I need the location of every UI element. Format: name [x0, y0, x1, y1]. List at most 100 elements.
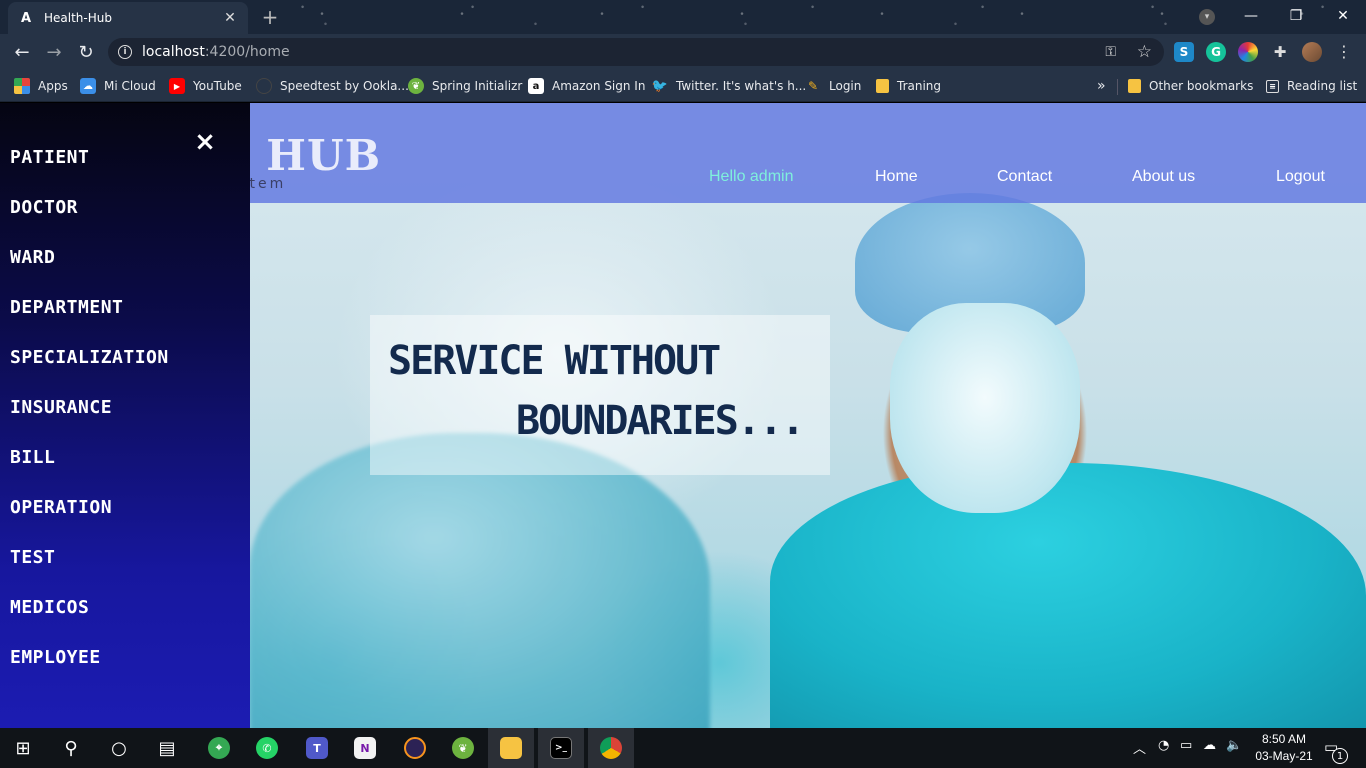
spring-tools-icon: ❦ — [452, 737, 474, 759]
skype-extension-icon[interactable]: S — [1174, 42, 1194, 62]
angular-icon: A — [20, 10, 32, 26]
taskbar-maps-app[interactable]: ⌖ — [196, 728, 242, 768]
reload-icon[interactable]: ↻ — [74, 40, 98, 64]
hero-tagline-line1: SERVICE WITHOUT — [388, 338, 721, 384]
spring-icon: ❦ — [408, 78, 424, 94]
login-icon: ✎ — [807, 79, 819, 93]
bookmark-speedtest[interactable]: Speedtest by Ookla... — [256, 76, 409, 96]
surgeon-scrubs-figure — [770, 463, 1366, 728]
maps-app-icon: ⌖ — [208, 737, 230, 759]
clock-date: 03-May-21 — [1255, 749, 1313, 763]
bookmark-mi-cloud[interactable]: ☁ Mi Cloud — [80, 76, 156, 96]
sidenav-item-test[interactable]: TEST — [10, 546, 55, 570]
taskbar-eclipse[interactable] — [392, 728, 438, 768]
speedtest-icon — [256, 78, 272, 94]
youtube-icon: ▶ — [169, 78, 185, 94]
wifi-icon[interactable]: ◔ — [1158, 738, 1169, 753]
bookmark-youtube[interactable]: ▶ YouTube — [169, 76, 242, 96]
restore-icon[interactable]: ❐ — [1285, 5, 1307, 27]
browser-toolbar: ← → ↻ i localhost:4200/home ⚿ ☆ S G ✚ ⋮ — [0, 34, 1366, 70]
window-close-icon[interactable]: ✕ — [1332, 5, 1354, 27]
notification-badge: 1 — [1332, 748, 1348, 764]
bookmark-apps[interactable]: Apps — [14, 76, 68, 96]
sidenav-item-department[interactable]: DEPARTMENT — [10, 296, 123, 320]
file-explorer-icon — [500, 737, 522, 759]
url-text: localhost:4200/home — [142, 44, 290, 60]
taskbar-whatsapp[interactable]: ✆ — [244, 728, 290, 768]
info-icon[interactable]: i — [118, 45, 132, 59]
taskbar-chrome[interactable] — [588, 728, 634, 768]
start-windows-icon[interactable]: ⊞ — [0, 728, 46, 768]
sidenav-item-medicos[interactable]: MEDICOS — [10, 596, 89, 620]
page-viewport: H HUB ment System Hello admin Home Conta… — [0, 103, 1366, 728]
key-icon[interactable]: ⚿ — [1105, 44, 1116, 60]
teams-icon: T — [306, 737, 328, 759]
nav-contact-link[interactable]: Contact — [997, 168, 1052, 186]
task-view-icon[interactable]: ▤ — [144, 728, 190, 768]
taskbar-file-explorer[interactable] — [488, 728, 534, 768]
sidenav-item-insurance[interactable]: INSURANCE — [10, 396, 112, 420]
bookmark-twitter[interactable]: 🐦 Twitter. It's what's h... — [652, 76, 806, 96]
forward-icon[interactable]: → — [42, 40, 66, 64]
bookmark-traning[interactable]: Traning — [876, 76, 941, 96]
side-navigation: × PATIENT DOCTOR WARD DEPARTMENT SPECIAL… — [0, 103, 250, 728]
surgeon-mask-figure — [890, 303, 1080, 513]
taskbar-spring-tools[interactable]: ❦ — [440, 728, 486, 768]
eclipse-icon — [404, 737, 426, 759]
sidenav-item-ward[interactable]: WARD — [10, 246, 55, 270]
tab-search-icon[interactable]: ▾ — [1199, 9, 1215, 25]
greeting-text: Hello admin — [709, 168, 794, 185]
bookmark-star-icon[interactable]: ☆ — [1137, 42, 1152, 62]
onenote-icon: N — [354, 737, 376, 759]
bookmark-separator — [1117, 79, 1118, 95]
folder-icon — [1128, 79, 1141, 93]
mi-cloud-icon: ☁ — [80, 78, 96, 94]
bookmark-spring-initializr[interactable]: ❦ Spring Initializr — [408, 76, 522, 96]
hero-tagline-box: SERVICE WITHOUT BOUNDARIES... — [370, 315, 830, 475]
bookmark-other-bookmarks[interactable]: Other bookmarks — [1128, 76, 1253, 96]
onedrive-icon[interactable]: ☁ — [1203, 738, 1216, 753]
taskbar-terminal[interactable]: >_ — [538, 728, 584, 768]
bookmarks-bar: Apps ☁ Mi Cloud ▶ YouTube Speedtest by O… — [0, 70, 1366, 102]
search-icon[interactable]: ⚲ — [48, 728, 94, 768]
profile-avatar[interactable] — [1302, 42, 1322, 62]
taskbar-clock[interactable]: 8:50 AM 03-May-21 — [1246, 731, 1322, 765]
tab-title: Health-Hub — [44, 11, 112, 25]
reading-list-button[interactable]: ≡ Reading list — [1266, 76, 1357, 96]
battery-icon[interactable]: ▭ — [1180, 738, 1192, 753]
grammarly-extension-icon[interactable]: G — [1206, 42, 1226, 62]
new-tab-icon[interactable]: + — [258, 6, 282, 28]
extensions-puzzle-icon[interactable]: ✚ — [1270, 42, 1290, 62]
address-bar[interactable]: i localhost:4200/home ⚿ ☆ — [108, 38, 1164, 66]
tray-overflow-icon[interactable]: ︿ — [1133, 738, 1146, 757]
bookmark-amazon[interactable]: a Amazon Sign In — [528, 76, 645, 96]
volume-icon[interactable]: 🔈 — [1226, 738, 1242, 753]
color-picker-extension-icon[interactable] — [1238, 42, 1258, 62]
amazon-icon: a — [528, 78, 544, 94]
twitter-icon: 🐦 — [651, 78, 669, 94]
clock-time: 8:50 AM — [1261, 732, 1307, 746]
nav-about-link[interactable]: About us — [1132, 168, 1195, 186]
tab-close-icon[interactable]: ✕ — [222, 10, 238, 26]
sidenav-item-patient[interactable]: PATIENT — [10, 146, 89, 170]
hero-tagline-line2: BOUNDARIES... — [516, 398, 805, 444]
sidenav-item-doctor[interactable]: DOCTOR — [10, 196, 78, 220]
bookmarks-overflow-icon[interactable]: » — [1097, 76, 1106, 96]
taskbar-onenote[interactable]: N — [342, 728, 388, 768]
bookmark-login[interactable]: ✎ Login — [805, 76, 861, 96]
sidenav-item-specialization[interactable]: SPECIALIZATION — [10, 346, 169, 370]
back-icon[interactable]: ← — [10, 40, 34, 64]
background-surgeon-figure — [250, 433, 710, 728]
browser-tab[interactable]: A Health-Hub ✕ — [8, 2, 248, 34]
menu-kebab-icon[interactable]: ⋮ — [1336, 42, 1352, 61]
sidenav-item-employee[interactable]: EMPLOYEE — [10, 646, 101, 670]
cortana-icon[interactable]: ○ — [96, 728, 142, 768]
sidenav-close-icon[interactable]: × — [192, 129, 218, 155]
whatsapp-icon: ✆ — [256, 737, 278, 759]
sidenav-item-operation[interactable]: OPERATION — [10, 496, 112, 520]
nav-home-link[interactable]: Home — [875, 168, 918, 186]
taskbar-teams[interactable]: T — [294, 728, 340, 768]
sidenav-item-bill[interactable]: BILL — [10, 446, 55, 470]
nav-logout-link[interactable]: Logout — [1276, 168, 1325, 186]
minimize-icon[interactable]: — — [1240, 5, 1262, 27]
